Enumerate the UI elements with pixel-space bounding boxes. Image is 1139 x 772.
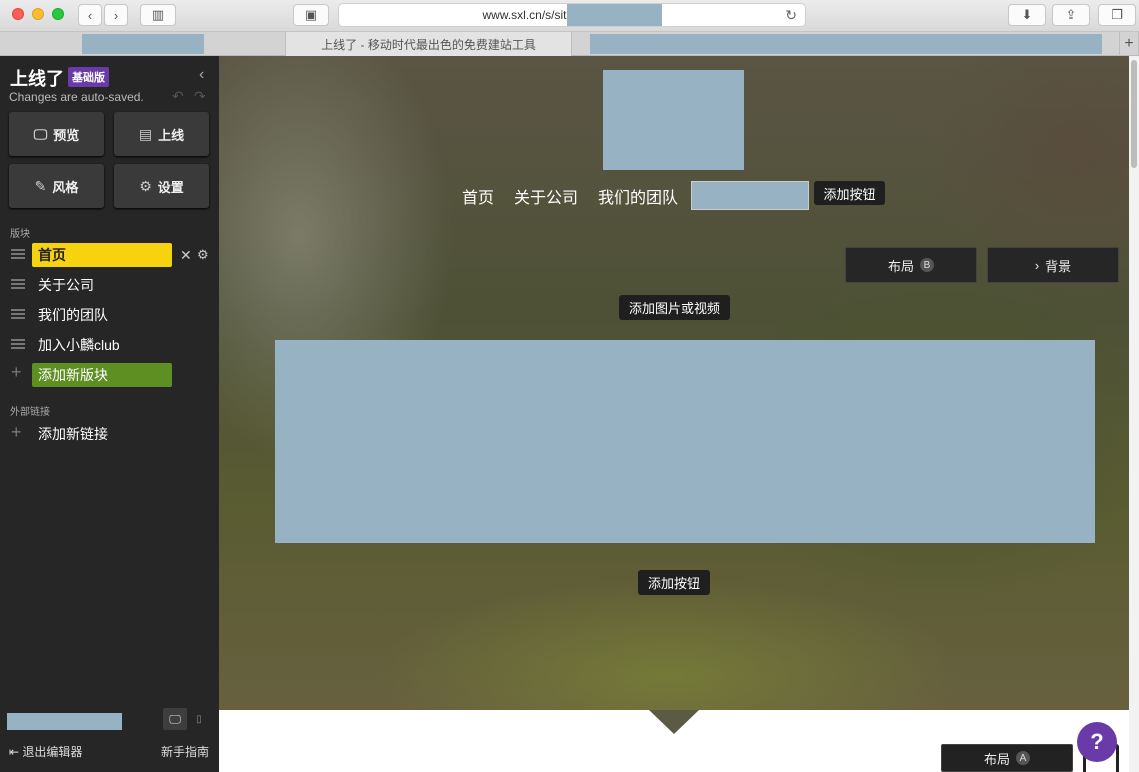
publish-label: 上线	[158, 127, 185, 143]
site-logo-placeholder[interactable]	[603, 70, 744, 170]
section-item-join[interactable]: 加入小麟club	[32, 333, 172, 357]
document-icon: ▤	[138, 125, 153, 142]
share-icon: ⇪	[1065, 7, 1077, 22]
new-tab-button[interactable]: +	[1120, 32, 1139, 56]
drag-handle-icon[interactable]	[11, 247, 25, 261]
next-section: 布局 A	[219, 710, 1129, 772]
settings-label: 设置	[157, 179, 184, 195]
tab-title-redaction	[589, 34, 1102, 54]
settings-button[interactable]: ⚙ 设置	[114, 164, 209, 208]
browser-toolbar: ‹ › ▥ ▣ www.sxl.cn/s/sit ↻ ⬇ ⇪ ❐	[0, 0, 1139, 32]
plus-icon: +	[1124, 35, 1134, 52]
drag-handle-icon[interactable]	[11, 337, 25, 351]
next-layout-label: 布局	[983, 751, 1010, 767]
minimize-window-button[interactable]	[32, 8, 44, 20]
undo-icon[interactable]: ↶	[172, 88, 184, 105]
chevron-left-icon: ‹	[87, 7, 93, 23]
gear-icon: ⚙	[139, 177, 152, 194]
chevron-right-icon: ›	[113, 7, 119, 23]
help-button[interactable]: ?	[1077, 722, 1117, 762]
site-nav-redaction	[691, 181, 809, 210]
close-window-button[interactable]	[12, 8, 24, 20]
desktop-view-button[interactable]: 🖵	[163, 708, 187, 730]
layout-button[interactable]: 布局 B	[845, 247, 977, 283]
forward-button[interactable]: ›	[104, 4, 128, 26]
section-canvas: 首页 关于公司 我们的团队 添加按钮 布局 B › 背景 添加图片或视频 添加按…	[219, 56, 1129, 710]
exit-icon: ⇤	[9, 745, 20, 759]
autosave-status: Changes are auto-saved.	[9, 90, 144, 104]
downloads-button[interactable]: ⬇	[1008, 4, 1046, 26]
layout-key-badge: B	[920, 258, 934, 272]
plan-badge: 基础版	[68, 67, 109, 87]
reload-icon[interactable]: ↻	[785, 7, 797, 24]
redo-icon[interactable]: ↷	[194, 88, 206, 105]
layout-label: 布局	[887, 258, 914, 274]
section-settings-icon[interactable]: ⚙	[197, 247, 209, 263]
tab-strip: 上线了 - 移动时代最出色的免费建站工具 +	[0, 32, 1139, 56]
section-divider-arrow	[649, 710, 699, 734]
app-logo: 上线了	[10, 69, 64, 89]
collapse-sidebar-icon[interactable]: ‹	[199, 66, 204, 84]
site-nav-team[interactable]: 我们的团队	[598, 184, 678, 208]
reader-icon: ▣	[304, 7, 318, 22]
delete-section-icon[interactable]: ✕	[180, 247, 192, 264]
tabs-icon: ❐	[1111, 7, 1123, 22]
add-section-button[interactable]: 添加新版块	[32, 363, 172, 387]
mobile-view-button[interactable]: ▯	[192, 708, 206, 730]
monitor-icon: 🖵	[33, 125, 48, 142]
section-item-team[interactable]: 我们的团队	[32, 303, 172, 327]
preview-button[interactable]: 🖵 预览	[9, 112, 104, 156]
add-nav-button[interactable]: 添加按钮	[814, 181, 885, 205]
back-button[interactable]: ‹	[78, 4, 102, 26]
editor-sidebar: 上线了 基础版 ‹ Changes are auto-saved. ↶ ↷ 🖵 …	[0, 56, 219, 772]
tabs-overview-button[interactable]: ❐	[1098, 4, 1136, 26]
style-label: 风格	[52, 179, 79, 195]
scrollbar-thumb[interactable]	[1131, 60, 1137, 168]
plus-icon: +	[11, 422, 22, 442]
plus-icon: +	[11, 362, 22, 382]
style-button[interactable]: ✎ 风格	[9, 164, 104, 208]
mobile-icon: ▯	[196, 713, 202, 725]
tab-title-redaction	[81, 34, 204, 54]
tab-1[interactable]	[0, 32, 286, 56]
account-redaction	[7, 713, 122, 730]
site-nav-about[interactable]: 关于公司	[514, 184, 578, 208]
sidebar-icon: ▥	[151, 7, 165, 22]
chevron-right-icon: ›	[1034, 257, 1040, 273]
reader-button[interactable]: ▣	[293, 4, 329, 26]
site-nav-home[interactable]: 首页	[462, 184, 494, 208]
add-button[interactable]: 添加按钮	[638, 570, 710, 595]
publish-button[interactable]: ▤ 上线	[114, 112, 209, 156]
brush-icon: ✎	[34, 177, 47, 194]
drag-handle-icon[interactable]	[11, 277, 25, 291]
url-text: www.sxl.cn/s/sit	[482, 8, 567, 22]
sections-heading: 版块	[10, 229, 30, 240]
exit-editor-link[interactable]: ⇤ 退出编辑器	[9, 743, 82, 760]
drag-handle-icon[interactable]	[11, 307, 25, 321]
tab-3[interactable]	[572, 32, 1120, 56]
sidebar-toggle-button[interactable]: ▥	[140, 4, 176, 26]
external-links-heading: 外部链接	[10, 407, 50, 418]
section-item-about[interactable]: 关于公司	[32, 273, 172, 297]
next-layout-button[interactable]: 布局 A	[941, 744, 1073, 772]
add-link-button[interactable]: 添加新链接	[32, 422, 172, 446]
share-button[interactable]: ⇪	[1052, 4, 1090, 26]
address-bar[interactable]: www.sxl.cn/s/sit ↻	[338, 3, 806, 27]
desktop-icon: 🖵	[169, 711, 181, 726]
preview-label: 预览	[53, 127, 80, 143]
page-scrollbar[interactable]	[1129, 56, 1139, 772]
tab-title: 上线了 - 移动时代最出色的免费建站工具	[321, 37, 536, 52]
background-button[interactable]: › 背景	[987, 247, 1119, 283]
zoom-window-button[interactable]	[52, 8, 64, 20]
media-placeholder	[275, 340, 1095, 543]
tab-2[interactable]: 上线了 - 移动时代最出色的免费建站工具	[286, 32, 572, 56]
download-icon: ⬇	[1021, 7, 1033, 22]
add-media-button[interactable]: 添加图片或视频	[619, 295, 730, 320]
next-layout-key-badge: A	[1016, 751, 1030, 765]
section-item-home[interactable]: 首页	[32, 243, 172, 267]
url-redaction	[566, 4, 662, 26]
background-label: 背景	[1045, 258, 1072, 274]
beginner-guide-link[interactable]: 新手指南	[161, 743, 209, 760]
exit-label: 退出编辑器	[22, 745, 83, 759]
